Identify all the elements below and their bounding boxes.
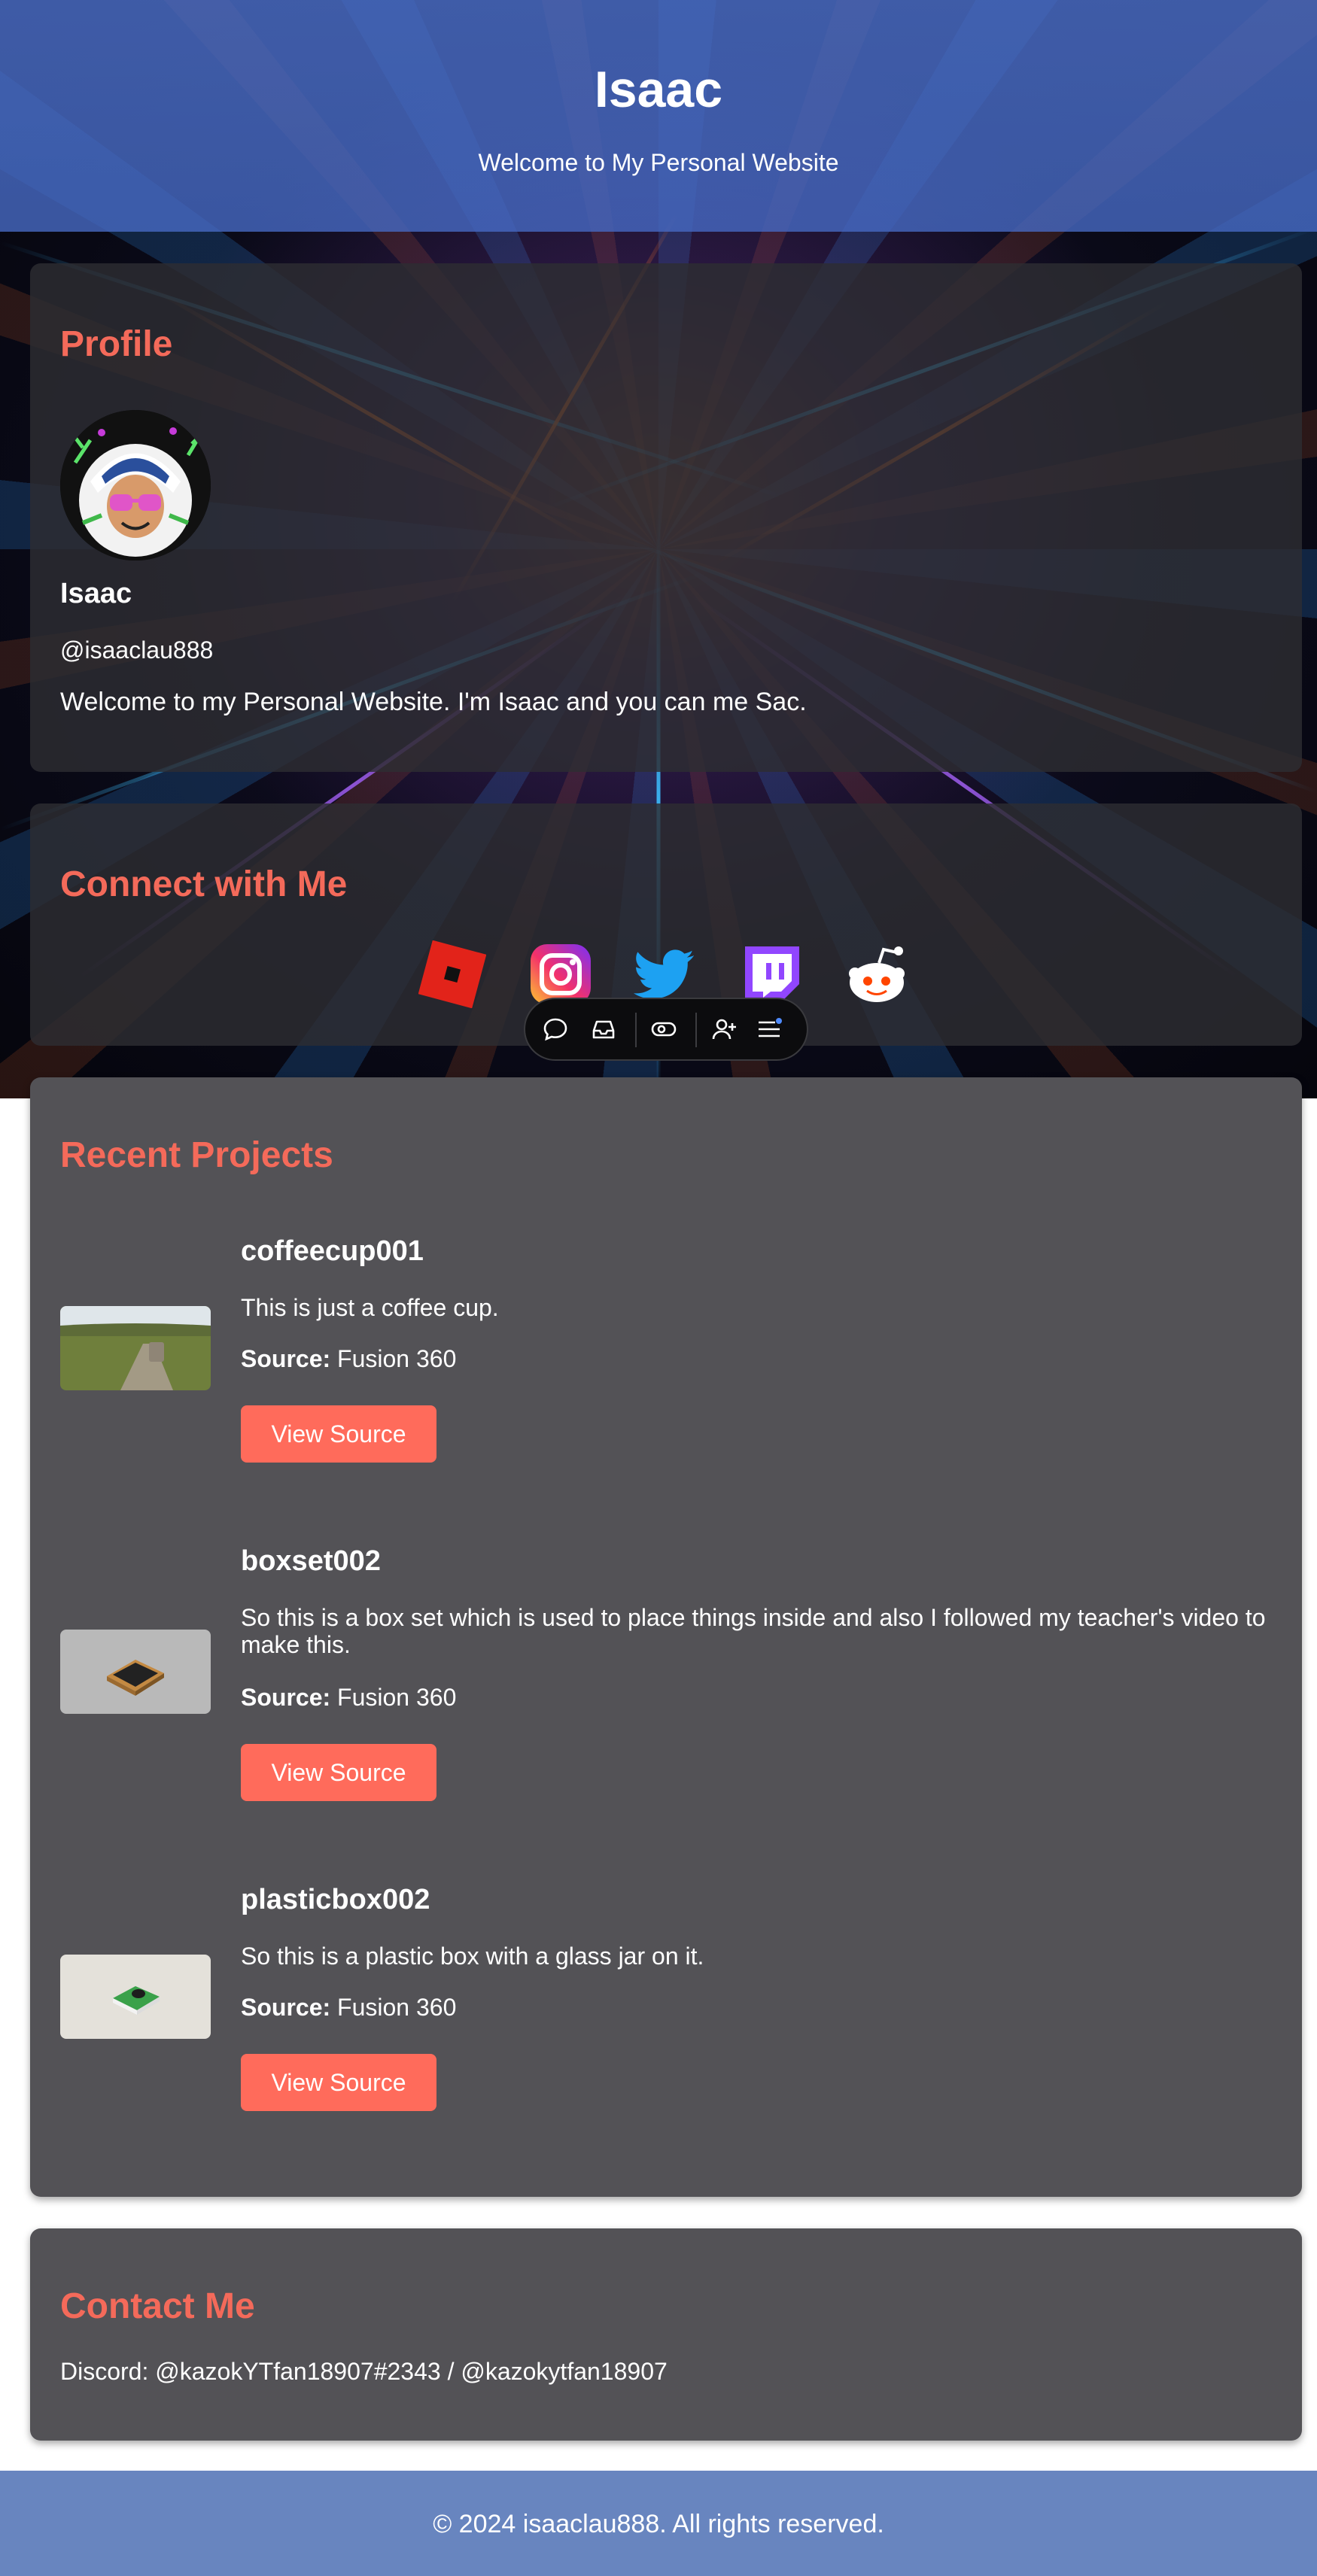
project-source: Source: Fusion 360 <box>241 1994 457 2021</box>
copyright-text: © 2024 isaaclau888. All rights reserved. <box>433 2510 884 2538</box>
profile-handle: @isaaclau888 <box>60 636 214 664</box>
project-description: So this is a plastic box with a glass ja… <box>241 1943 704 1970</box>
reddit-icon[interactable] <box>843 940 911 1008</box>
toggle-icon[interactable] <box>650 1016 677 1043</box>
floating-toolbar <box>524 998 808 1061</box>
project-item: boxset002 So this is a box set which is … <box>60 1545 1272 1831</box>
project-description: This is just a coffee cup. <box>241 1294 499 1321</box>
project-item: coffeecup001 This is just a coffee cup. … <box>60 1235 1272 1476</box>
connect-heading: Connect with Me <box>60 864 348 904</box>
add-user-icon[interactable] <box>710 1016 738 1043</box>
site-footer: © 2024 isaaclau888. All rights reserved. <box>0 2471 1317 2576</box>
project-title: boxset002 <box>241 1545 381 1577</box>
chat-icon[interactable] <box>542 1016 569 1043</box>
profile-name: Isaac <box>60 578 132 609</box>
contact-heading: Contact Me <box>60 2286 255 2326</box>
roblox-icon[interactable] <box>418 940 487 1009</box>
project-item: plasticbox002 So this is a plastic box w… <box>60 1884 1272 2140</box>
profile-section: Profile Isaac @isaaclau888 Welcome to my… <box>30 263 1302 772</box>
projects-section: Recent Projects coffeecup001 This is jus… <box>30 1077 1302 2197</box>
profile-heading: Profile <box>60 324 173 364</box>
profile-bio: Welcome to my Personal Website. I'm Isaa… <box>60 688 807 716</box>
site-subtitle: Welcome to My Personal Website <box>478 149 839 176</box>
view-source-button[interactable]: View Source <box>241 1744 436 1801</box>
project-thumbnail <box>60 1630 211 1714</box>
view-source-button[interactable]: View Source <box>241 2054 436 2111</box>
project-title: plasticbox002 <box>241 1884 430 1915</box>
projects-heading: Recent Projects <box>60 1135 333 1175</box>
avatar <box>60 410 211 560</box>
project-title: coffeecup001 <box>241 1235 424 1267</box>
project-source: Source: Fusion 360 <box>241 1684 457 1711</box>
inbox-icon[interactable] <box>590 1016 617 1043</box>
project-thumbnail <box>60 1955 211 2039</box>
contact-section: Contact Me Discord: @kazokYTfan18907#234… <box>30 2228 1302 2441</box>
site-title: Isaac <box>594 61 723 118</box>
project-thumbnail <box>60 1306 211 1390</box>
project-source: Source: Fusion 360 <box>241 1345 457 1372</box>
project-description: So this is a box set which is used to pl… <box>241 1604 1266 1658</box>
discord-contact: Discord: @kazokYTfan18907#2343 / @kazoky… <box>60 2358 668 2385</box>
site-header: Isaac Welcome to My Personal Website <box>0 0 1317 232</box>
menu-icon[interactable] <box>756 1016 783 1043</box>
view-source-button[interactable]: View Source <box>241 1405 436 1463</box>
